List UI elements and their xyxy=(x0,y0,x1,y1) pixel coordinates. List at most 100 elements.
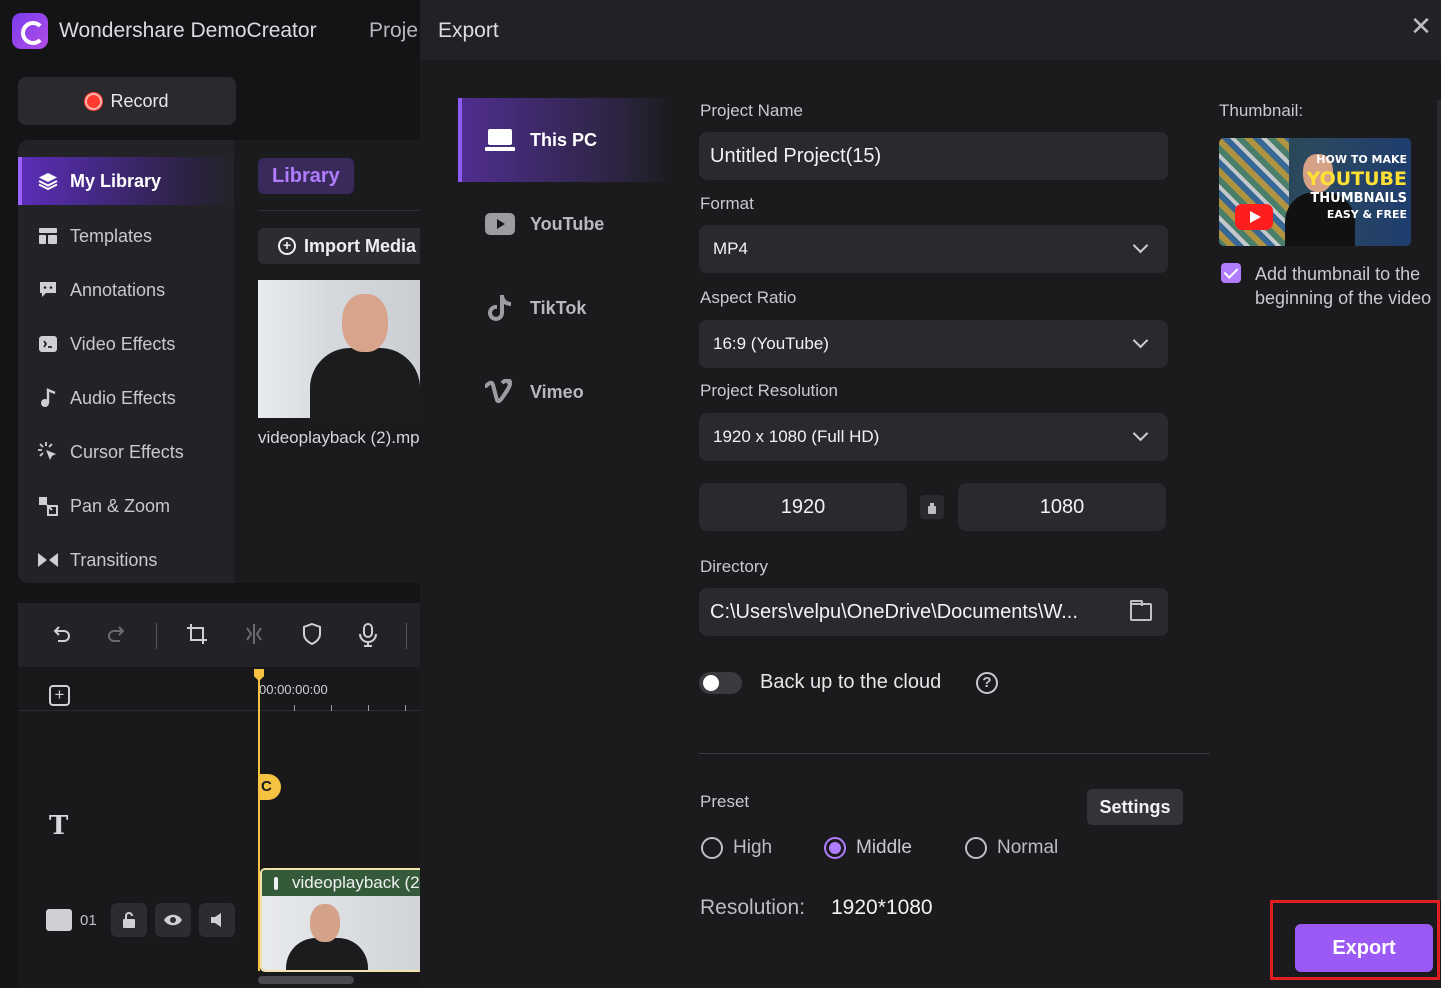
media-thumbnail[interactable] xyxy=(258,280,430,418)
export-button[interactable]: Export xyxy=(1295,924,1433,972)
text-track-icon: T xyxy=(49,811,69,841)
layers-icon xyxy=(37,170,59,192)
sidebar-item-my-library[interactable]: My Library xyxy=(18,157,234,205)
preset-middle-radio[interactable]: Middle xyxy=(824,837,912,859)
radio-circle-icon xyxy=(701,837,723,859)
app-title-bar: Wondershare DemoCreator Proje xyxy=(0,0,430,62)
templates-icon xyxy=(37,225,59,247)
nav-tiktok[interactable]: TikTok xyxy=(458,266,672,350)
eye-icon[interactable] xyxy=(154,903,191,937)
preset-option-label: High xyxy=(733,837,773,858)
sidebar-item-templates[interactable]: Templates xyxy=(18,212,234,260)
output-resolution-value: 1920*1080 xyxy=(831,896,933,919)
sidebar-item-annotations[interactable]: Annotations xyxy=(18,266,234,314)
undo-icon[interactable] xyxy=(50,623,72,652)
timeline-scrollbar[interactable] xyxy=(258,976,354,984)
chevron-down-icon xyxy=(1132,237,1149,254)
resolution-select[interactable]: 1920 x 1080 (Full HD) xyxy=(699,413,1168,461)
toolbar-divider xyxy=(406,623,407,649)
format-select[interactable]: MP4 xyxy=(699,225,1168,273)
close-icon[interactable]: ✕ xyxy=(1409,13,1433,39)
speaker-icon[interactable] xyxy=(198,903,235,937)
width-field[interactable]: 1920 xyxy=(699,483,907,531)
project-name-field[interactable]: Untitled Project(15) xyxy=(699,132,1168,180)
library-divider xyxy=(258,210,430,211)
pan-zoom-icon xyxy=(37,495,59,517)
ruler-tick xyxy=(294,705,295,711)
caption-marker-icon[interactable]: C xyxy=(258,774,281,800)
tab-library[interactable]: Library xyxy=(258,158,354,194)
media-file-name: videoplayback (2).mp4 xyxy=(258,428,430,447)
help-icon[interactable]: ? xyxy=(976,672,998,694)
preset-option-label: Middle xyxy=(856,837,912,858)
folder-icon[interactable] xyxy=(1130,600,1152,621)
preset-high-radio[interactable]: High xyxy=(701,837,772,859)
timeline: + 00:00:00:00 C T 01 videoplayback (2).m… xyxy=(18,667,430,988)
tiktok-icon xyxy=(484,295,516,321)
dialog-scrollbar[interactable] xyxy=(1437,100,1441,900)
clip-thumbnail xyxy=(262,896,428,970)
directory-field[interactable]: C:\Users\velpu\OneDrive\Documents\W... xyxy=(699,588,1168,636)
clip-person-head xyxy=(310,904,340,942)
record-button[interactable]: Record xyxy=(18,77,236,125)
crop-icon[interactable] xyxy=(186,623,208,652)
nav-vimeo[interactable]: Vimeo xyxy=(458,350,672,434)
import-media-label: Import Media xyxy=(304,235,417,256)
microphone-icon[interactable] xyxy=(358,623,378,654)
settings-button[interactable]: Settings xyxy=(1087,789,1183,825)
thumbnail-preview[interactable]: HOW TO MAKE YOUTUBE THUMBNAILS EASY & FR… xyxy=(1219,138,1411,246)
sidebar-item-cursor-effects[interactable]: Cursor Effects xyxy=(18,428,234,476)
toolbar-divider xyxy=(156,623,157,649)
directory-value: C:\Users\velpu\OneDrive\Documents\W... xyxy=(710,600,1078,623)
lock-track-button[interactable] xyxy=(110,903,147,937)
radio-selected-icon xyxy=(824,837,846,859)
nav-this-pc[interactable]: This PC xyxy=(458,98,672,182)
sidebar-item-audio-effects[interactable]: Audio Effects xyxy=(18,374,234,422)
sidebar: My Library Templates Annotations Video E… xyxy=(18,140,234,583)
video-clip-icon xyxy=(274,876,278,890)
thumbnail-text-line: YOUTUBE xyxy=(1306,168,1407,190)
cursor-burst-icon xyxy=(37,441,59,463)
resolution-value: 1920 x 1080 (Full HD) xyxy=(713,427,880,446)
add-track-icon[interactable]: + xyxy=(49,685,70,706)
nav-youtube[interactable]: YouTube xyxy=(458,182,672,266)
chevron-down-icon xyxy=(1132,425,1149,442)
nav-label: Vimeo xyxy=(530,381,584,402)
lock-aspect-icon[interactable] xyxy=(920,495,944,519)
add-thumbnail-checkbox[interactable] xyxy=(1221,263,1241,283)
track-number: 01 xyxy=(80,911,97,929)
sidebar-item-label: My Library xyxy=(70,170,162,191)
redo-icon[interactable] xyxy=(106,623,128,652)
section-divider xyxy=(699,753,1210,754)
thumbnail-person-body xyxy=(310,348,420,418)
shield-icon[interactable] xyxy=(302,622,322,652)
ruler-tick xyxy=(331,705,332,711)
aspect-ratio-select[interactable]: 16:9 (YouTube) xyxy=(699,320,1168,368)
sidebar-item-transitions[interactable]: Transitions xyxy=(18,536,234,584)
timeline-clip[interactable]: videoplayback (2).mp4 xyxy=(260,868,430,972)
sidebar-item-label: Audio Effects xyxy=(70,387,176,408)
laptop-icon xyxy=(484,127,516,153)
split-icon[interactable] xyxy=(242,623,266,652)
record-label: Record xyxy=(110,90,169,111)
clip-header: videoplayback (2).mp4 xyxy=(262,870,428,896)
preset-label: Preset xyxy=(700,792,750,811)
preset-normal-radio[interactable]: Normal xyxy=(965,837,1058,859)
sidebar-item-video-effects[interactable]: Video Effects xyxy=(18,320,234,368)
app-name: Wondershare DemoCreator xyxy=(59,19,317,42)
nav-label: This PC xyxy=(530,129,598,150)
menu-project[interactable]: Proje xyxy=(369,19,418,43)
cloud-backup-label: Back up to the cloud xyxy=(760,671,942,693)
transitions-icon xyxy=(37,549,59,571)
project-name-label: Project Name xyxy=(700,101,803,120)
panel-splitter[interactable] xyxy=(18,583,430,603)
timeline-ruler[interactable]: + 00:00:00:00 xyxy=(18,667,430,711)
sidebar-item-label: Pan & Zoom xyxy=(70,495,171,516)
sidebar-item-pan-zoom[interactable]: Pan & Zoom xyxy=(18,482,234,530)
thumbnail-text-line: THUMBNAILS xyxy=(1310,191,1407,206)
democreator-logo-icon xyxy=(12,13,48,49)
cloud-backup-toggle[interactable] xyxy=(699,672,742,694)
sidebar-item-label: Annotations xyxy=(70,279,166,300)
height-field[interactable]: 1080 xyxy=(958,483,1166,531)
chevron-down-icon xyxy=(1132,332,1149,349)
